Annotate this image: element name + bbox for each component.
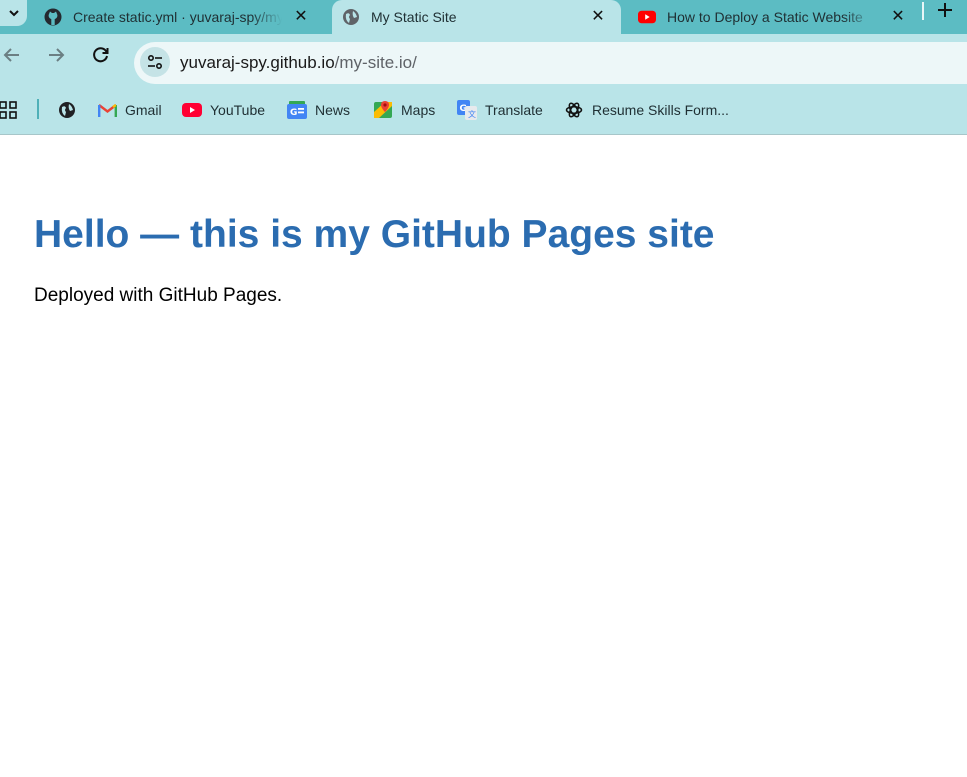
reload-button[interactable] xyxy=(89,43,113,67)
url-text[interactable]: yuvaraj-spy.github.io/my-site.io/ xyxy=(180,53,417,73)
bookmark-gmail[interactable]: Gmail xyxy=(97,99,162,121)
tab-how-to-deploy[interactable]: How to Deploy a Static Website ✕ xyxy=(638,0,916,34)
browser-toolbar: yuvaraj-spy.github.io/my-site.io/ xyxy=(0,34,967,87)
close-tab-icon[interactable]: ✕ xyxy=(292,7,310,25)
tab-my-static-site[interactable]: My Static Site ✕ xyxy=(332,0,621,34)
bookmarks-divider xyxy=(37,99,39,119)
close-tab-icon[interactable]: ✕ xyxy=(589,7,607,25)
url-host: yuvaraj-spy.github.io xyxy=(180,53,335,72)
close-tab-icon[interactable]: ✕ xyxy=(889,7,907,25)
gmail-icon xyxy=(97,100,117,120)
youtube-icon xyxy=(638,8,656,26)
plus-icon xyxy=(938,3,952,17)
tab-search-button[interactable] xyxy=(0,0,27,26)
bookmark-label: Maps xyxy=(401,102,436,118)
apps-button[interactable] xyxy=(0,99,18,121)
maps-icon xyxy=(373,100,393,120)
tab-title: How to Deploy a Static Website xyxy=(667,9,863,25)
bookmark-label: YouTube xyxy=(210,102,266,118)
arrow-right-icon xyxy=(49,48,65,62)
bookmark-resume-skills[interactable]: Resume Skills Form... xyxy=(564,99,729,121)
tab-title: My Static Site xyxy=(371,9,457,25)
url-path: /my-site.io/ xyxy=(334,53,417,72)
bookmark-label: News xyxy=(315,102,351,118)
bookmark-youtube[interactable]: YouTube xyxy=(182,99,265,121)
tune-icon xyxy=(147,54,163,70)
page-heading: Hello — this is my GitHub Pages site xyxy=(34,213,715,256)
globe-icon xyxy=(342,8,360,26)
bookmark-maps[interactable]: Maps xyxy=(373,99,435,121)
tab-create-static-yml[interactable]: Create static.yml · yuvaraj-spy/my-site.… xyxy=(44,0,326,34)
reload-icon xyxy=(93,47,109,63)
arrow-left-icon xyxy=(3,48,19,62)
bookmark-news[interactable]: G News xyxy=(287,99,350,121)
tab-strip: Create static.yml · yuvaraj-spy/my-site.… xyxy=(0,0,967,34)
page-paragraph: Deployed with GitHub Pages. xyxy=(34,285,283,306)
bookmarks-bar: Gmail YouTube G News Maps G文 Translate R… xyxy=(0,87,967,135)
bookmark-label: Gmail xyxy=(125,102,162,118)
github-icon xyxy=(44,8,62,26)
forward-button[interactable] xyxy=(44,43,68,67)
svg-text:G: G xyxy=(290,108,297,118)
chatgpt-icon xyxy=(564,100,584,120)
new-tab-button[interactable] xyxy=(934,0,956,20)
apps-grid-icon xyxy=(0,101,17,119)
bookmark-translate[interactable]: G文 Translate xyxy=(457,99,543,121)
tab-divider xyxy=(922,2,924,20)
bookmark-globe[interactable] xyxy=(57,99,85,121)
tab-title: Create static.yml · yuvaraj-spy/my-site.… xyxy=(73,9,282,25)
news-icon: G xyxy=(287,100,307,120)
back-button[interactable] xyxy=(0,43,24,67)
chevron-down-icon xyxy=(8,10,19,17)
globe-icon xyxy=(57,100,77,120)
youtube-icon xyxy=(182,100,202,120)
svg-text:文: 文 xyxy=(468,109,476,119)
address-bar[interactable]: yuvaraj-spy.github.io/my-site.io/ xyxy=(134,42,967,84)
bookmark-label: Translate xyxy=(485,102,543,118)
site-info-button[interactable] xyxy=(140,47,170,77)
translate-icon: G文 xyxy=(457,100,477,120)
bookmark-label: Resume Skills Form... xyxy=(592,102,729,118)
